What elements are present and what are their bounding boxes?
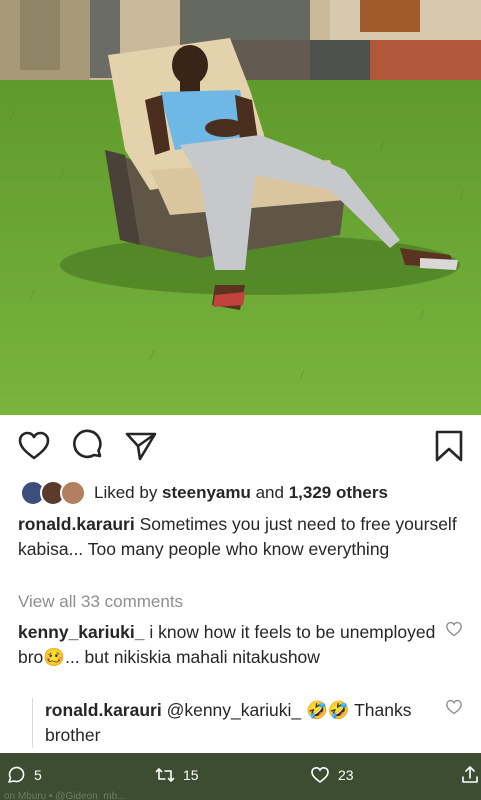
post-photo-image [0,0,481,415]
retweet-action[interactable]: 15 [155,765,199,785]
share-action[interactable] [460,765,481,785]
avatar [60,480,86,506]
like-action[interactable]: 23 [310,765,354,785]
reply-count: 5 [34,767,42,783]
retweet-count: 15 [183,767,199,783]
comment-username[interactable]: ronald.karauri [45,700,162,720]
tweet-action-bar: 5 15 23 on Mburu • @Gideon_mb... [0,753,481,800]
reply-icon [8,766,25,783]
comment: ronald.karauri @kenny_kariuki_ 🤣🤣 Thanks… [45,698,445,748]
comment: kenny_kariuki_ i know how it feels to be… [18,620,438,670]
likes-middle: and [250,483,289,502]
comment-username[interactable]: kenny_kariuki_ [18,622,144,642]
share-icon[interactable] [124,429,158,463]
retweet-icon [155,768,175,782]
likes-prefix: Liked by [94,483,163,502]
comment-like-icon[interactable] [445,620,463,638]
liker-username[interactable]: steenyamu [162,483,251,502]
like-count: 23 [338,767,354,783]
likes-count[interactable]: 1,329 others [289,483,388,502]
post-actions-bar [0,415,481,477]
post-caption: ronald.karauri Sometimes you just need t… [18,512,458,562]
share-up-icon [462,766,478,783]
liker-avatars [20,480,86,506]
comment-like-icon[interactable] [445,698,463,716]
reply-action[interactable]: 5 [6,765,42,785]
likes-row[interactable]: Liked by steenyamu and 1,329 others [20,478,388,508]
bookmark-icon[interactable] [432,429,466,463]
next-tweet-author: on Mburu • @Gideon_mb... [4,791,126,800]
likes-text: Liked by steenyamu and 1,329 others [94,483,388,503]
caption-username[interactable]: ronald.karauri [18,514,135,534]
view-all-comments-link[interactable]: View all 33 comments [18,592,183,612]
like-icon [311,766,329,784]
comment-icon[interactable] [71,429,105,463]
reply-thread: ronald.karauri @kenny_kariuki_ 🤣🤣 Thanks… [32,698,452,748]
post-photo[interactable] [0,0,481,415]
heart-icon[interactable] [17,429,51,463]
